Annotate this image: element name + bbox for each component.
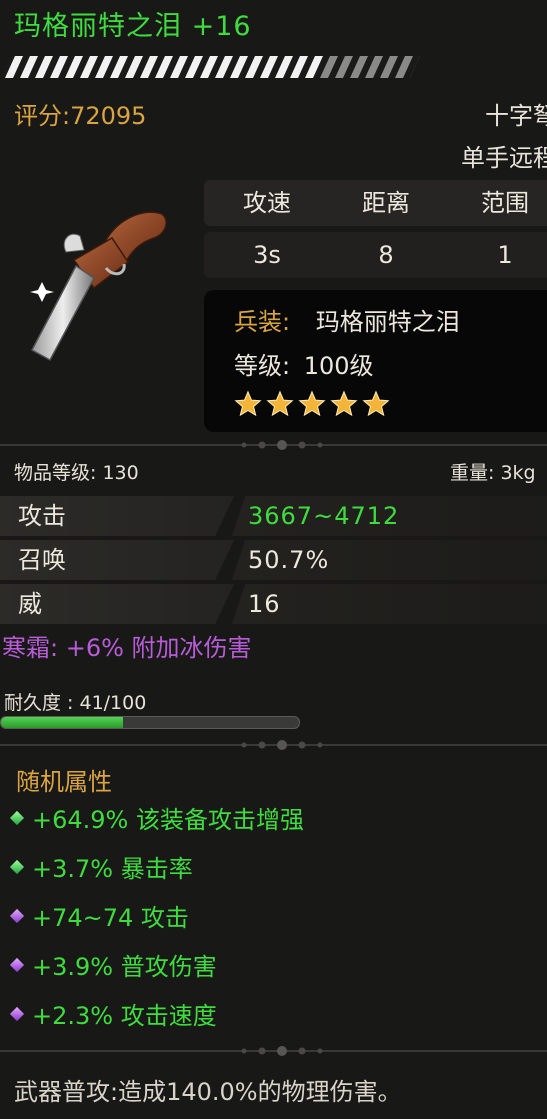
- ornate-divider: [0, 440, 547, 450]
- durability-fill: [1, 717, 124, 728]
- random-attribute-text: +3.7% 暴击率: [32, 855, 193, 883]
- score-label: 评分:72095: [14, 102, 147, 130]
- rarity-stripe-bar: [0, 56, 420, 78]
- purple-gem-icon: [9, 957, 25, 973]
- attribute-label: 攻击: [18, 502, 66, 530]
- random-attribute-item: +3.9% 普攻伤害: [9, 947, 217, 982]
- ornate-divider: [0, 740, 547, 750]
- green-gem-icon: [9, 810, 25, 826]
- random-attribute-item: +74~74 攻击: [9, 898, 189, 933]
- random-attribute-item: +3.7% 暴击率: [9, 849, 193, 884]
- stat-header-area: 范围: [481, 189, 529, 217]
- stat-value-area: 1: [497, 241, 513, 269]
- equip-value: 玛格丽特之泪: [315, 308, 460, 336]
- random-attribute-item: +64.9% 该装备攻击增强: [9, 800, 304, 835]
- item-name: 玛格丽特之泪 +16: [14, 11, 252, 42]
- stats-value-row: 3s 8 1: [204, 232, 547, 278]
- stat-value-attack-speed: 3s: [253, 241, 281, 269]
- item-weight: 重量: 3kg: [450, 462, 536, 484]
- weapon-stats-table: 攻速 距离 范围 3s 8 1: [204, 180, 547, 278]
- random-attributes-title: 随机属性: [16, 768, 112, 796]
- purple-gem-icon: [9, 908, 25, 924]
- durability-bar: [0, 716, 300, 729]
- attribute-row: 召唤 50.7%: [0, 540, 547, 580]
- star-icon: [330, 390, 358, 417]
- random-attribute-text: +2.3% 攻击速度: [32, 1002, 217, 1030]
- frost-bonus: 寒霜: +6% 附加冰伤害: [2, 634, 252, 662]
- level-line: 等级: 100级: [234, 346, 374, 381]
- attribute-value: 50.7%: [248, 546, 330, 574]
- stats-header-row: 攻速 距离 范围: [204, 180, 547, 226]
- attribute-label: 召唤: [18, 546, 66, 574]
- durability-label: 耐久度 : 41/100: [4, 692, 147, 714]
- random-attribute-text: +74~74 攻击: [32, 904, 189, 932]
- stat-header-range: 距离: [362, 189, 410, 217]
- random-attribute-item: +2.3% 攻击速度: [9, 996, 217, 1031]
- pistol-weapon-icon: [30, 211, 167, 362]
- star-icon: [266, 390, 294, 417]
- green-gem-icon: [9, 859, 25, 875]
- weapon-type: 十字弩: [485, 102, 547, 130]
- equip-line: 兵装: 玛格丽特之泪: [234, 302, 460, 337]
- random-attribute-text: +64.9% 该装备攻击增强: [32, 806, 304, 834]
- stat-value-range: 8: [378, 241, 394, 269]
- attribute-row: 攻击 3667~4712: [0, 496, 547, 536]
- attribute-value: 3667~4712: [248, 502, 400, 530]
- ornate-divider: [0, 1046, 547, 1056]
- attribute-value: 16: [248, 590, 281, 618]
- random-attribute-text: +3.9% 普攻伤害: [32, 953, 217, 981]
- item-level: 物品等级: 130: [14, 462, 139, 484]
- equip-label: 兵装:: [234, 308, 291, 336]
- attribute-row: 威 16: [0, 584, 547, 624]
- weapon-class: 单手远程: [461, 144, 547, 172]
- star-icon: [234, 390, 262, 417]
- equip-info-box: 兵装: 玛格丽特之泪 等级: 100级: [204, 290, 547, 432]
- weapon-basic-attack-description: 武器普攻:造成140.0%的物理伤害。: [14, 1078, 402, 1106]
- stat-header-attack-speed: 攻速: [243, 189, 291, 217]
- level-label: 等级:: [234, 352, 291, 380]
- star-icon: [298, 390, 326, 417]
- star-icon: [362, 390, 390, 417]
- star-rating: [234, 390, 394, 422]
- purple-gem-icon: [9, 1006, 25, 1022]
- level-value: 100级: [303, 352, 374, 380]
- attribute-label: 威: [18, 590, 42, 618]
